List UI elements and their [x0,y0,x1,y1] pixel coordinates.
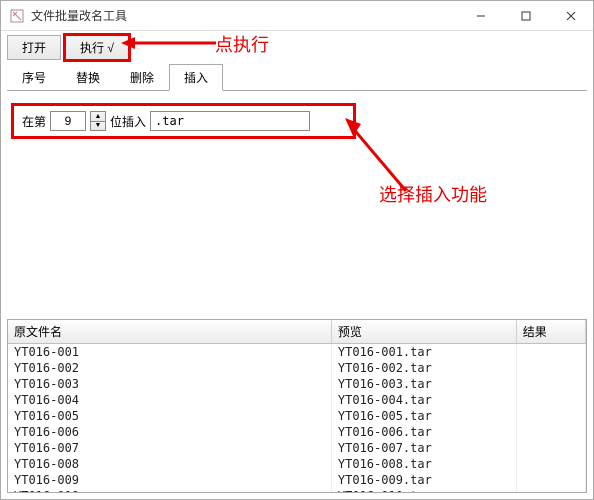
minimize-button[interactable] [458,1,503,30]
open-button[interactable]: 打开 [7,35,61,60]
cell-result [516,440,585,456]
header-preview[interactable]: 预览 [331,320,516,344]
window-title: 文件批量改名工具 [31,7,458,24]
tab-sequence[interactable]: 序号 [7,64,61,91]
insert-row: 在第 ▲ ▼ 位插入 [11,103,356,139]
position-spinner[interactable]: ▲ ▼ [90,111,106,131]
cell-preview: YT016-008.tar [331,456,516,472]
cell-result [516,360,585,376]
minimize-icon [476,11,486,21]
insert-panel: 在第 ▲ ▼ 位插入 [1,91,593,145]
cell-preview: YT016-005.tar [331,408,516,424]
toolbar: 打开 执行 √ [1,31,593,64]
position-input[interactable] [50,111,86,131]
maximize-button[interactable] [503,1,548,30]
header-result[interactable]: 结果 [516,320,585,344]
table-row[interactable]: YT016-009YT016-009.tar [8,472,586,488]
cell-preview: YT016-002.tar [331,360,516,376]
cell-preview: YT016-010.tar [331,488,516,493]
cell-preview: YT016-009.tar [331,472,516,488]
cell-result [516,376,585,392]
window-controls [458,1,593,30]
insert-prefix-label: 在第 [22,113,46,130]
spinner-down-icon[interactable]: ▼ [91,122,105,131]
app-window: 文件批量改名工具 打开 执行 √ 序号 替换 删除 插入 在第 ▲ [0,0,594,500]
header-original[interactable]: 原文件名 [8,320,331,344]
cell-original: YT016-005 [8,408,331,424]
cell-result [516,344,585,361]
cell-original: YT016-002 [8,360,331,376]
cell-original: YT016-009 [8,472,331,488]
close-button[interactable] [548,1,593,30]
cell-result [516,456,585,472]
cell-original: YT016-010 [8,488,331,493]
cell-result [516,472,585,488]
spacer [1,145,593,317]
cell-preview: YT016-003.tar [331,376,516,392]
table-row[interactable]: YT016-007YT016-007.tar [8,440,586,456]
titlebar: 文件批量改名工具 [1,1,593,31]
cell-original: YT016-004 [8,392,331,408]
table-row[interactable]: YT016-001YT016-001.tar [8,344,586,361]
cell-original: YT016-008 [8,456,331,472]
cell-preview: YT016-007.tar [331,440,516,456]
tab-replace[interactable]: 替换 [61,64,115,91]
table-row[interactable]: YT016-008YT016-008.tar [8,456,586,472]
spinner-up-icon[interactable]: ▲ [91,112,105,122]
table-row[interactable]: YT016-004YT016-004.tar [8,392,586,408]
tab-bar: 序号 替换 删除 插入 [7,64,587,91]
table-header-row: 原文件名 预览 结果 [8,320,586,344]
cell-result [516,408,585,424]
tab-delete[interactable]: 删除 [115,64,169,91]
table-row[interactable]: YT016-010YT016-010.tar [8,488,586,493]
insert-text-input[interactable] [150,111,310,131]
execute-button[interactable]: 执行 √ [65,35,129,60]
table-row[interactable]: YT016-003YT016-003.tar [8,376,586,392]
table-row[interactable]: YT016-005YT016-005.tar [8,408,586,424]
insert-mid-label: 位插入 [110,113,146,130]
cell-result [516,392,585,408]
cell-original: YT016-006 [8,424,331,440]
cell-preview: YT016-001.tar [331,344,516,361]
cell-original: YT016-001 [8,344,331,361]
file-table-wrap[interactable]: 原文件名 预览 结果 YT016-001YT016-001.tarYT016-0… [7,319,587,493]
cell-result [516,488,585,493]
cell-original: YT016-003 [8,376,331,392]
cell-preview: YT016-006.tar [331,424,516,440]
table-row[interactable]: YT016-006YT016-006.tar [8,424,586,440]
app-icon [9,8,25,24]
cell-preview: YT016-004.tar [331,392,516,408]
close-icon [566,11,576,21]
cell-result [516,424,585,440]
table-row[interactable]: YT016-002YT016-002.tar [8,360,586,376]
cell-original: YT016-007 [8,440,331,456]
file-table: 原文件名 预览 结果 YT016-001YT016-001.tarYT016-0… [8,320,586,493]
maximize-icon [521,11,531,21]
tab-insert[interactable]: 插入 [169,64,223,91]
